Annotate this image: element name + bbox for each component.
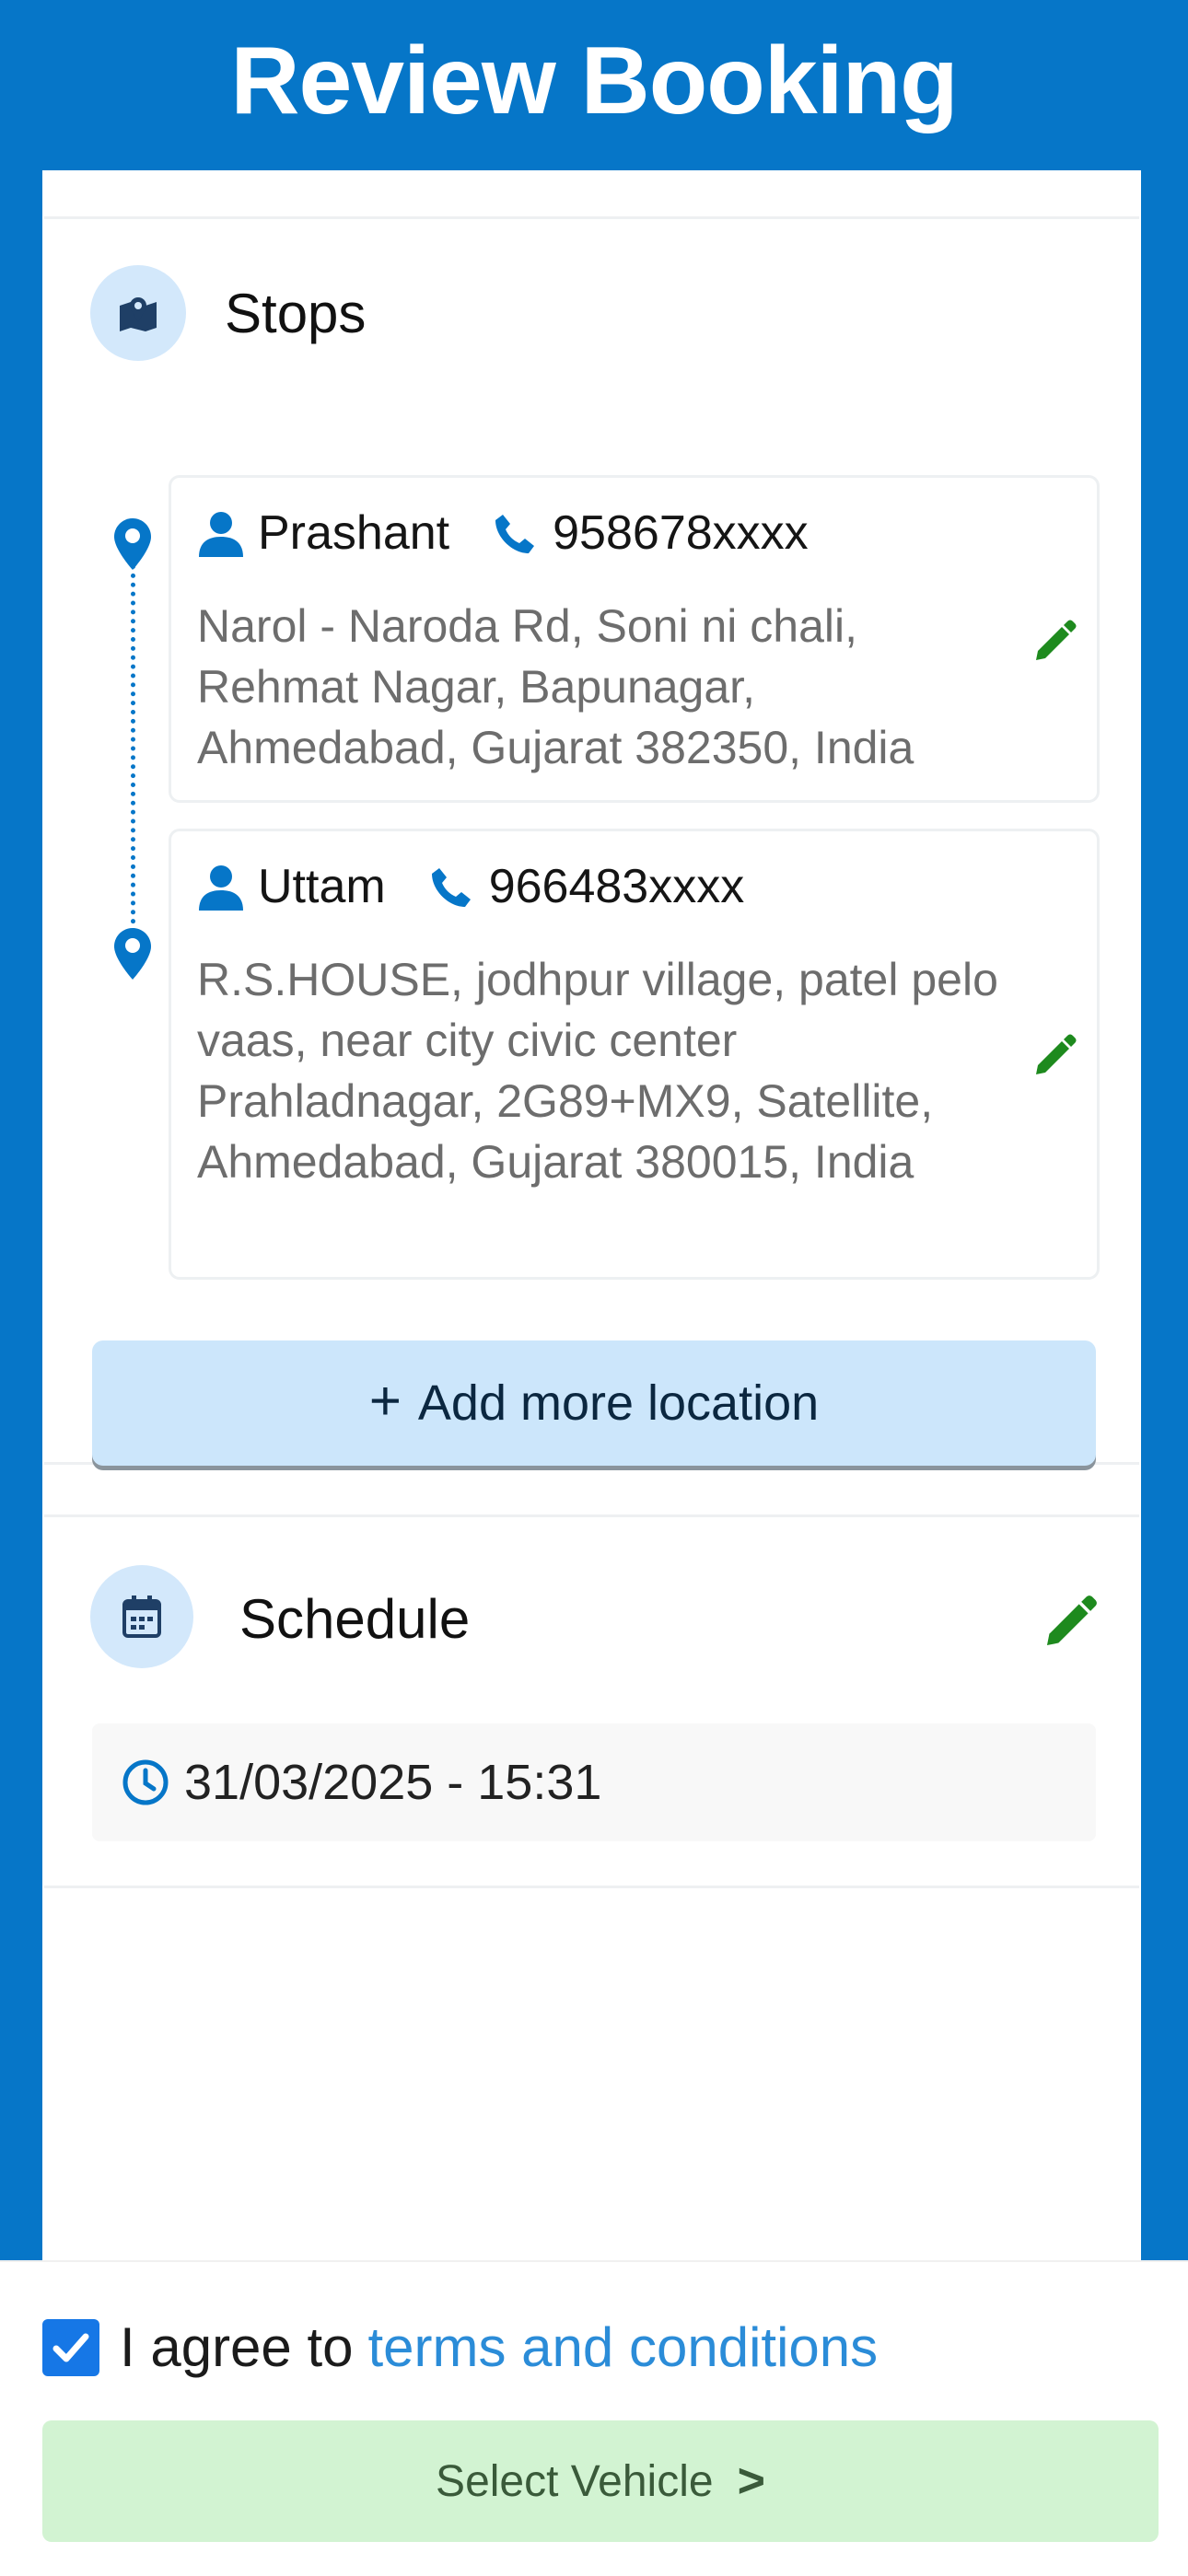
schedule-datetime: 31/03/2025 - 15:31: [92, 1723, 1096, 1841]
location-pin-icon: [114, 928, 151, 980]
terms-agreement: I agree to terms and conditions: [42, 2315, 878, 2379]
stops-card: Stops Prashant 958678xxxx Narol - Naroda…: [44, 216, 1139, 1466]
edit-icon[interactable]: [1032, 1032, 1078, 1078]
person-icon: [197, 509, 245, 557]
route-timeline: [114, 518, 151, 1255]
add-location-label: Add more location: [417, 1375, 820, 1431]
select-vehicle-button[interactable]: Select Vehicle >: [42, 2420, 1159, 2542]
clock-icon: [122, 1758, 169, 1806]
stop-item[interactable]: Uttam 966483xxxx R.S.HOUSE, jodhpur vill…: [169, 829, 1100, 1280]
select-vehicle-label: Select Vehicle: [436, 2456, 714, 2506]
phone-icon: [430, 865, 472, 908]
chevron-right-icon: >: [737, 2454, 765, 2508]
stop-address: R.S.HOUSE, jodhpur village, patel pelo v…: [197, 954, 998, 1188]
terms-link[interactable]: terms and conditions: [368, 2315, 879, 2379]
add-location-button[interactable]: + Add more location: [92, 1340, 1096, 1466]
stop-item[interactable]: Prashant 958678xxxx Narol - Naroda Rd, S…: [169, 475, 1100, 803]
calendar-icon: [90, 1565, 193, 1668]
schedule-card: Schedule 31/03/2025 - 15:31: [44, 1514, 1139, 1888]
phone-icon: [494, 512, 536, 554]
person-icon: [197, 863, 245, 911]
app-header: Review Booking: [0, 0, 1188, 170]
stops-title: Stops: [225, 283, 367, 344]
contact-phone: 958678xxxx: [553, 506, 809, 560]
stop-contact: Prashant 958678xxxx: [197, 505, 809, 561]
contact-name: Prashant: [258, 506, 450, 560]
review-content: Stops Prashant 958678xxxx Narol - Naroda…: [42, 170, 1141, 2279]
agree-checkbox[interactable]: [42, 2318, 99, 2376]
location-pin-icon: [114, 518, 151, 570]
schedule-title: Schedule: [239, 1588, 471, 1650]
plus-icon: +: [368, 1369, 402, 1432]
bottom-action-bar: I agree to terms and conditions Select V…: [0, 2260, 1188, 2576]
edit-icon[interactable]: [1032, 618, 1078, 664]
stop-contact: Uttam 966483xxxx: [197, 859, 744, 914]
agree-text: I agree to: [120, 2316, 354, 2378]
contact-phone: 966483xxxx: [488, 860, 745, 913]
stop-address: Narol - Naroda Rd, Soni ni chali, Rehmat…: [197, 600, 914, 773]
route-line: [131, 564, 135, 969]
map-icon: [90, 265, 186, 361]
edit-schedule-icon[interactable]: [1042, 1593, 1100, 1650]
contact-name: Uttam: [258, 860, 386, 913]
schedule-datetime-value: 31/03/2025 - 15:31: [184, 1755, 602, 1810]
page-title: Review Booking: [230, 28, 958, 134]
